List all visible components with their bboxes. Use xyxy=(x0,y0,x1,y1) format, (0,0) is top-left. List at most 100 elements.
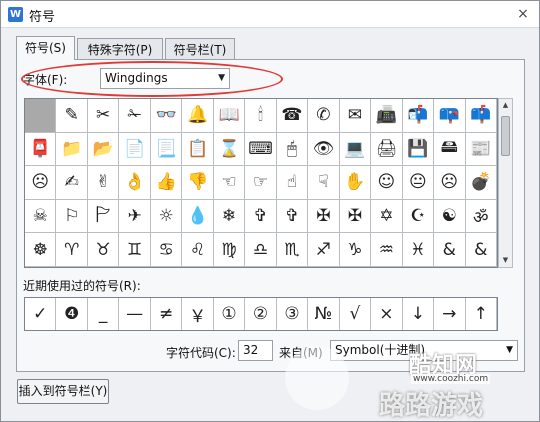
symbol-cell[interactable]: 📪 xyxy=(434,99,466,133)
recent-symbol-cell[interactable]: ↑ xyxy=(466,298,497,330)
symbol-cell[interactable]: ✎ xyxy=(56,99,88,133)
symbol-cell[interactable]: ⚐ xyxy=(56,199,88,234)
symbol-cell[interactable]: ♉ xyxy=(87,233,120,267)
symbol-cell[interactable]: ☺ xyxy=(371,166,403,200)
symbol-cell[interactable]: ☞ xyxy=(245,166,277,200)
scroll-up-arrow-icon[interactable]: ▲ xyxy=(499,99,512,112)
symbol-cell[interactable]: 💧 xyxy=(182,199,214,234)
symbol-cell[interactable]: 🖨 xyxy=(371,132,403,167)
tab-symbol-bar[interactable]: 符号栏(T) xyxy=(165,38,235,60)
symbol-cell[interactable]: 📃 xyxy=(150,132,183,167)
symbol-cell[interactable]: 👓 xyxy=(150,99,183,133)
symbol-cell[interactable]: ♑ xyxy=(339,233,372,267)
recent-symbol-cell[interactable]: × xyxy=(371,298,403,330)
symbol-cell[interactable]: ♌ xyxy=(182,233,214,267)
symbol-grid-scrollbar[interactable]: ▲ ▼ xyxy=(498,98,513,268)
symbol-cell[interactable]: ♐ xyxy=(308,233,340,267)
insert-to-symbol-bar-button[interactable]: 插入到符号栏(Y) xyxy=(17,379,109,404)
symbol-cell[interactable]: ☝ xyxy=(276,166,309,200)
symbol-cell[interactable]: 🏱 xyxy=(87,199,120,234)
symbol-cell[interactable]: ✠ xyxy=(339,199,372,234)
recent-symbol-cell[interactable]: ￥ xyxy=(182,298,214,330)
symbol-cell[interactable]: ☎ xyxy=(276,99,309,133)
recent-symbol-cell[interactable]: ① xyxy=(214,298,246,330)
symbol-cell[interactable]: 💻 xyxy=(339,132,372,167)
tab-special-characters[interactable]: 特殊字符(P) xyxy=(77,38,163,60)
symbol-cell[interactable]: 💣 xyxy=(465,166,497,200)
symbol-cell[interactable]: 🖴 xyxy=(434,132,466,167)
symbol-cell[interactable]: ✡ xyxy=(371,199,403,234)
symbol-cell[interactable]: & xyxy=(434,233,466,267)
close-button[interactable]: × xyxy=(513,4,533,24)
symbol-cell[interactable]: ☹ xyxy=(434,166,466,200)
symbol-cell-selected[interactable] xyxy=(25,99,57,133)
symbol-cell[interactable]: ✍ xyxy=(56,166,88,200)
symbol-cell[interactable]: ⌛ xyxy=(213,132,246,167)
recent-symbol-cell[interactable]: № xyxy=(308,298,340,330)
symbol-cell[interactable]: ♒ xyxy=(371,233,403,267)
symbol-cell[interactable]: 👁 xyxy=(308,132,340,167)
symbol-cell[interactable]: ♍ xyxy=(213,233,246,267)
symbol-cell[interactable]: 📋 xyxy=(182,132,214,167)
recent-symbol-cell[interactable]: ③ xyxy=(277,298,309,330)
symbol-cell[interactable]: 👍 xyxy=(150,166,183,200)
symbol-cell[interactable]: ✉ xyxy=(339,99,372,133)
symbol-cell[interactable]: ☜ xyxy=(213,166,246,200)
symbol-cell[interactable]: ✋ xyxy=(339,166,372,200)
symbol-cell[interactable]: ☼ xyxy=(150,199,183,234)
symbol-cell[interactable]: ✈ xyxy=(119,199,151,234)
recent-symbol-cell[interactable]: ↓ xyxy=(403,298,435,330)
recent-symbol-cell[interactable]: _ xyxy=(88,298,120,330)
symbol-cell[interactable]: ♈ xyxy=(56,233,88,267)
symbol-cell[interactable]: ✠ xyxy=(308,199,340,234)
symbol-cell[interactable]: 🖱 xyxy=(276,132,309,167)
recent-symbol-cell[interactable]: ✓ xyxy=(25,298,57,330)
symbol-cell[interactable]: ✁ xyxy=(119,99,151,133)
symbol-cell[interactable]: ✞ xyxy=(245,199,277,234)
symbol-cell[interactable]: 😐 xyxy=(402,166,435,200)
symbol-cell[interactable]: 🔔 xyxy=(182,99,214,133)
symbol-cell[interactable]: ♎ xyxy=(245,233,277,267)
symbol-cell[interactable]: ☸ xyxy=(25,233,57,267)
recent-symbol-cell[interactable]: — xyxy=(119,298,151,330)
symbol-cell[interactable]: 📖 xyxy=(213,99,246,133)
symbol-cell[interactable]: ☪ xyxy=(402,199,435,234)
symbol-cell[interactable]: ⌨ xyxy=(245,132,277,167)
symbol-cell[interactable]: ☠ xyxy=(25,199,57,234)
tab-symbols[interactable]: 符号(S) xyxy=(16,36,75,60)
symbol-cell[interactable]: 💾 xyxy=(402,132,435,167)
symbol-cell[interactable]: & xyxy=(465,233,497,267)
symbol-cell[interactable]: ♓ xyxy=(402,233,435,267)
scroll-down-arrow-icon[interactable]: ▼ xyxy=(499,254,512,267)
symbol-cell[interactable]: 📁 xyxy=(56,132,88,167)
symbol-cell[interactable]: ॐ xyxy=(465,199,497,234)
recent-symbol-cell[interactable]: → xyxy=(434,298,466,330)
symbol-cell[interactable]: 📮 xyxy=(25,132,57,167)
symbol-cell[interactable]: 🕯 xyxy=(245,99,277,133)
recent-symbol-cell[interactable]: ② xyxy=(245,298,277,330)
symbol-cell[interactable]: ☹ xyxy=(25,166,57,200)
symbol-cell[interactable]: ♏ xyxy=(276,233,309,267)
symbol-cell[interactable]: 👎 xyxy=(182,166,214,200)
symbol-cell[interactable]: 📰 xyxy=(465,132,497,167)
recent-symbol-cell[interactable]: ❹ xyxy=(56,298,88,330)
symbol-cell[interactable]: ♋ xyxy=(150,233,183,267)
font-select[interactable]: Wingdings ▼ xyxy=(100,68,230,89)
recent-symbol-cell[interactable]: ≠ xyxy=(151,298,183,330)
symbol-cell[interactable]: ✞ xyxy=(276,199,309,234)
symbol-cell[interactable]: ✂ xyxy=(87,99,120,133)
symbol-cell[interactable]: ❄ xyxy=(213,199,246,234)
scroll-thumb[interactable] xyxy=(501,116,510,156)
symbol-cell[interactable]: 📂 xyxy=(87,132,120,167)
char-code-input[interactable]: 32 xyxy=(238,340,273,361)
symbol-cell[interactable]: ☟ xyxy=(308,166,340,200)
symbol-cell[interactable]: 📄 xyxy=(119,132,151,167)
symbol-cell[interactable]: ✌ xyxy=(87,166,120,200)
symbol-cell[interactable]: 📠 xyxy=(371,99,403,133)
symbol-cell[interactable]: 👌 xyxy=(119,166,151,200)
symbol-cell[interactable]: ☯ xyxy=(434,199,466,234)
recent-symbol-cell[interactable]: √ xyxy=(340,298,372,330)
symbol-cell[interactable]: ♊ xyxy=(119,233,151,267)
symbol-cell[interactable]: 📫 xyxy=(465,99,497,133)
symbol-cell[interactable]: 📬 xyxy=(402,99,435,133)
